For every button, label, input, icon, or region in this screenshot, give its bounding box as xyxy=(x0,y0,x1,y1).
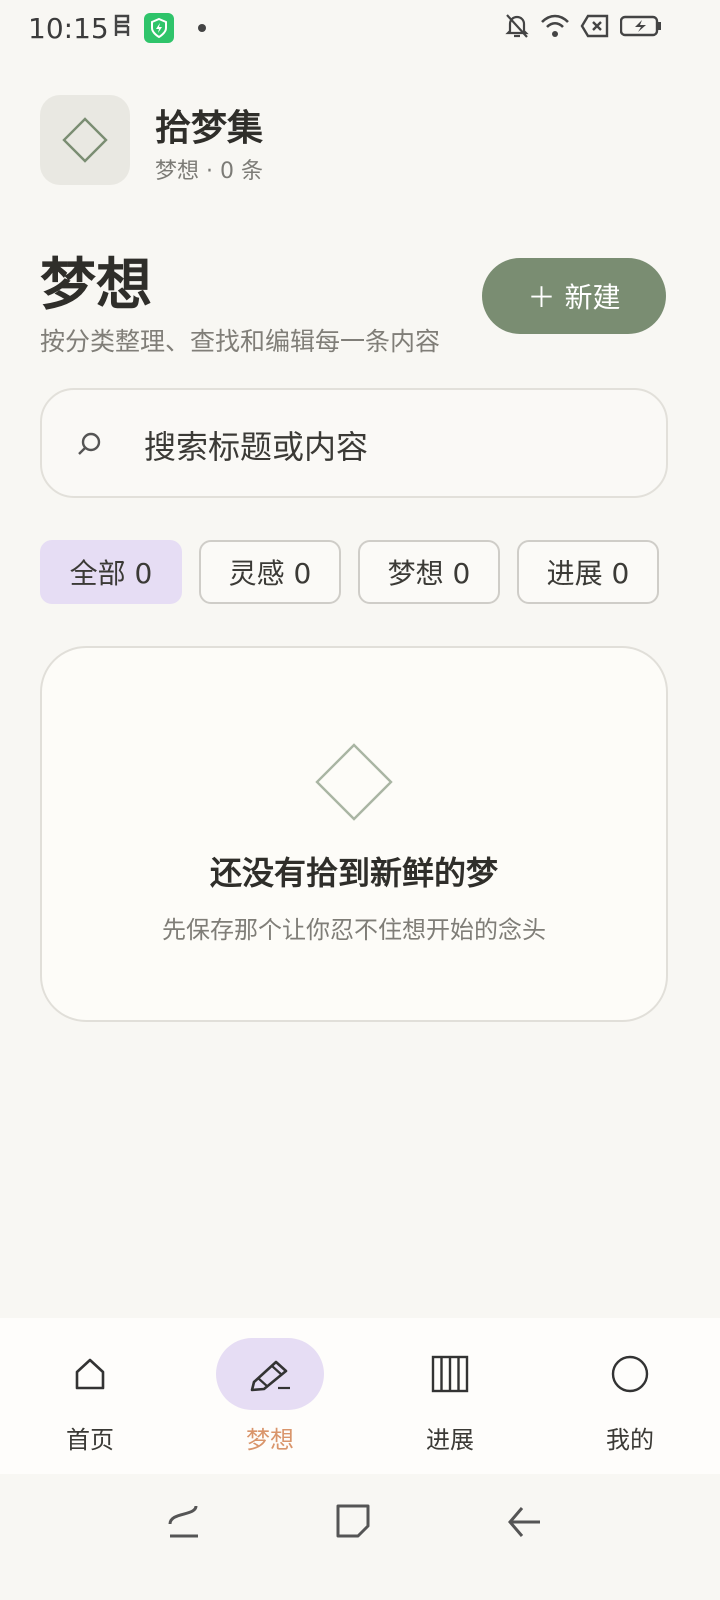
search-input[interactable]: 搜索标题或内容 xyxy=(40,388,668,498)
columns-icon xyxy=(396,1338,504,1410)
filter-chip-all[interactable]: 全部 0 xyxy=(40,540,182,604)
status-time: 10:15 xyxy=(28,12,109,45)
sim-icon xyxy=(110,12,134,44)
filter-chip-inspiration[interactable]: 灵感 0 xyxy=(199,540,341,604)
recents-icon[interactable] xyxy=(166,1502,202,1546)
filter-chip-progress[interactable]: 进展 0 xyxy=(517,540,659,604)
nav-item-dreams[interactable]: 梦想 xyxy=(180,1318,360,1474)
diamond-icon xyxy=(40,95,130,185)
empty-diamond-icon xyxy=(312,740,396,828)
bottom-nav: 首页 梦想 进展 我的 xyxy=(0,1318,720,1474)
filter-chips: 全部 0 灵感 0 梦想 0 进展 0 xyxy=(40,540,659,604)
profile-circle-icon xyxy=(576,1338,684,1410)
nav-label: 我的 xyxy=(606,1426,654,1454)
shield-icon xyxy=(144,13,174,43)
empty-state-card: 还没有拾到新鲜的梦 先保存那个让你忍不住想开始的念头 xyxy=(40,646,668,1022)
nav-item-me[interactable]: 我的 xyxy=(540,1318,720,1474)
app-header: 拾梦集 梦想 · 0 条 xyxy=(40,95,680,187)
new-button[interactable]: ＋ 新建 xyxy=(482,258,666,334)
page-title: 梦想 xyxy=(40,253,152,318)
new-button-label: ＋ 新建 xyxy=(527,281,621,314)
empty-state-subtitle: 先保存那个让你忍不住想开始的念头 xyxy=(162,916,546,944)
notification-dot-icon xyxy=(198,24,206,32)
filter-chip-label: 梦想 0 xyxy=(387,557,471,590)
filter-chip-dreams[interactable]: 梦想 0 xyxy=(358,540,500,604)
nav-label: 梦想 xyxy=(246,1426,294,1454)
wifi-icon xyxy=(540,13,570,43)
battery-charging-icon xyxy=(619,15,662,41)
status-bar: 10:15 xyxy=(0,0,720,56)
search-placeholder: 搜索标题或内容 xyxy=(144,428,369,466)
pencil-icon xyxy=(216,1338,324,1410)
filter-chip-label: 灵感 0 xyxy=(228,557,312,590)
app-subtitle: 梦想 · 0 条 xyxy=(155,159,263,184)
search-icon xyxy=(78,432,101,455)
app-title: 拾梦集 xyxy=(155,108,264,149)
page-description: 按分类整理、查找和编辑每一条内容 xyxy=(40,327,441,356)
filter-chip-label: 进展 0 xyxy=(546,557,630,590)
back-icon[interactable] xyxy=(504,1502,544,1546)
no-sim-icon xyxy=(580,14,610,42)
bell-off-icon xyxy=(504,12,530,44)
system-nav-bar xyxy=(0,1474,720,1600)
nav-item-home[interactable]: 首页 xyxy=(0,1318,180,1474)
filter-chip-label: 全部 0 xyxy=(69,557,153,590)
empty-state-title: 还没有拾到新鲜的梦 xyxy=(209,854,498,892)
nav-label: 首页 xyxy=(66,1426,114,1454)
nav-item-progress[interactable]: 进展 xyxy=(360,1318,540,1474)
nav-label: 进展 xyxy=(426,1426,474,1454)
home-button-icon[interactable] xyxy=(334,1502,372,1544)
home-icon xyxy=(36,1338,144,1410)
